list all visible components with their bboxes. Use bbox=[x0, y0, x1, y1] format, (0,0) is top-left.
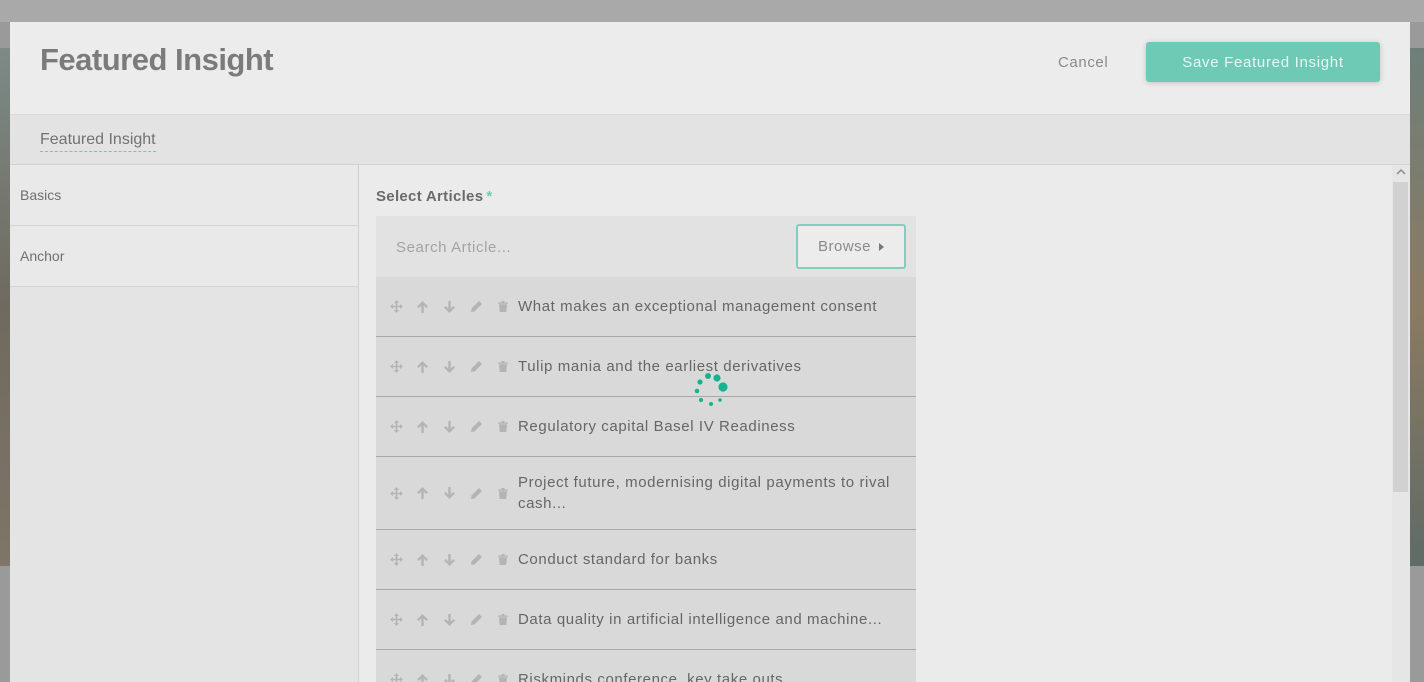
backdrop-top-strip bbox=[0, 0, 1424, 22]
list-item: Riskminds conference, key take outs bbox=[376, 650, 916, 682]
arrow-down-icon[interactable] bbox=[444, 670, 471, 682]
article-controls bbox=[390, 590, 525, 649]
tab-bar: Featured Insight bbox=[10, 115, 1410, 165]
article-list: What makes an exceptional management con… bbox=[376, 277, 916, 682]
backdrop-right-image bbox=[1410, 48, 1424, 566]
select-articles-label: Select Articles * bbox=[376, 188, 492, 205]
sidebar-item-anchor[interactable]: Anchor bbox=[10, 226, 358, 287]
modal-body: Basics Anchor Select Articles* Browse bbox=[10, 165, 1410, 682]
browse-button-label: Browse bbox=[817, 238, 872, 255]
required-marker: * bbox=[486, 188, 493, 205]
list-item: Data quality in artificial intelligence … bbox=[376, 590, 916, 650]
cancel-button[interactable]: Cancel bbox=[1058, 54, 1108, 71]
trash-icon[interactable] bbox=[498, 550, 525, 570]
move-icon[interactable] bbox=[390, 357, 417, 377]
vertical-scrollbar[interactable] bbox=[1392, 165, 1410, 682]
move-icon[interactable] bbox=[390, 670, 417, 682]
arrow-down-icon[interactable] bbox=[444, 297, 471, 317]
trash-icon[interactable] bbox=[498, 297, 525, 317]
trash-icon[interactable] bbox=[498, 417, 525, 437]
arrow-up-icon[interactable] bbox=[417, 417, 444, 437]
article-controls bbox=[390, 457, 525, 529]
article-controls bbox=[390, 650, 525, 682]
article-controls bbox=[390, 530, 525, 589]
backdrop-left-image bbox=[0, 48, 10, 566]
select-articles-label-text: Select Articles bbox=[376, 188, 484, 205]
pencil-icon[interactable] bbox=[471, 610, 498, 630]
pencil-icon[interactable] bbox=[471, 357, 498, 377]
trash-icon[interactable] bbox=[498, 483, 525, 503]
list-item: Regulatory capital Basel IV Readiness bbox=[376, 397, 916, 457]
move-icon[interactable] bbox=[390, 610, 417, 630]
arrow-down-icon[interactable] bbox=[444, 610, 471, 630]
arrow-down-icon[interactable] bbox=[444, 357, 471, 377]
move-icon[interactable] bbox=[390, 483, 417, 503]
arrow-up-icon[interactable] bbox=[417, 297, 444, 317]
trash-icon[interactable] bbox=[498, 610, 525, 630]
pencil-icon[interactable] bbox=[471, 550, 498, 570]
sidebar: Basics Anchor bbox=[10, 165, 359, 682]
article-controls bbox=[390, 397, 525, 456]
modal-header: Featured Insight Cancel Save Featured In… bbox=[10, 22, 1410, 115]
content-panel: Select Articles* Browse What makes an bbox=[360, 165, 1392, 682]
arrow-up-icon[interactable] bbox=[417, 610, 444, 630]
pencil-icon[interactable] bbox=[471, 297, 498, 317]
list-item: What makes an exceptional management con… bbox=[376, 277, 916, 337]
scrollbar-thumb[interactable] bbox=[1393, 182, 1408, 492]
featured-insight-modal: Featured Insight Cancel Save Featured In… bbox=[10, 22, 1410, 682]
arrow-up-icon[interactable] bbox=[417, 357, 444, 377]
browse-button[interactable]: Browse bbox=[796, 224, 906, 269]
tab-featured-insight[interactable]: Featured Insight bbox=[40, 131, 156, 152]
search-article-input[interactable] bbox=[386, 230, 786, 264]
list-item: Project future, modernising digital paym… bbox=[376, 457, 916, 530]
trash-icon[interactable] bbox=[498, 670, 525, 682]
arrow-down-icon[interactable] bbox=[444, 417, 471, 437]
sidebar-item-basics[interactable]: Basics bbox=[10, 165, 358, 226]
modal-title: Featured Insight bbox=[40, 42, 274, 77]
move-icon[interactable] bbox=[390, 550, 417, 570]
arrow-down-icon[interactable] bbox=[444, 550, 471, 570]
article-controls bbox=[390, 337, 525, 396]
list-item: Tulip mania and the earliest derivatives bbox=[376, 337, 916, 397]
article-search-row: Browse bbox=[376, 216, 916, 277]
caret-right-icon bbox=[879, 243, 885, 251]
arrow-down-icon[interactable] bbox=[444, 483, 471, 503]
arrow-up-icon[interactable] bbox=[417, 670, 444, 682]
pencil-icon[interactable] bbox=[471, 483, 498, 503]
pencil-icon[interactable] bbox=[471, 417, 498, 437]
loading-spinner-icon bbox=[694, 373, 728, 406]
scroll-up-arrow-icon[interactable] bbox=[1396, 167, 1406, 177]
arrow-up-icon[interactable] bbox=[417, 483, 444, 503]
article-controls bbox=[390, 277, 525, 336]
trash-icon[interactable] bbox=[498, 357, 525, 377]
pencil-icon[interactable] bbox=[471, 670, 498, 682]
arrow-up-icon[interactable] bbox=[417, 550, 444, 570]
save-featured-insight-button[interactable]: Save Featured Insight bbox=[1146, 42, 1380, 82]
list-item: Conduct standard for banks bbox=[376, 530, 916, 590]
move-icon[interactable] bbox=[390, 417, 417, 437]
move-icon[interactable] bbox=[390, 297, 417, 317]
